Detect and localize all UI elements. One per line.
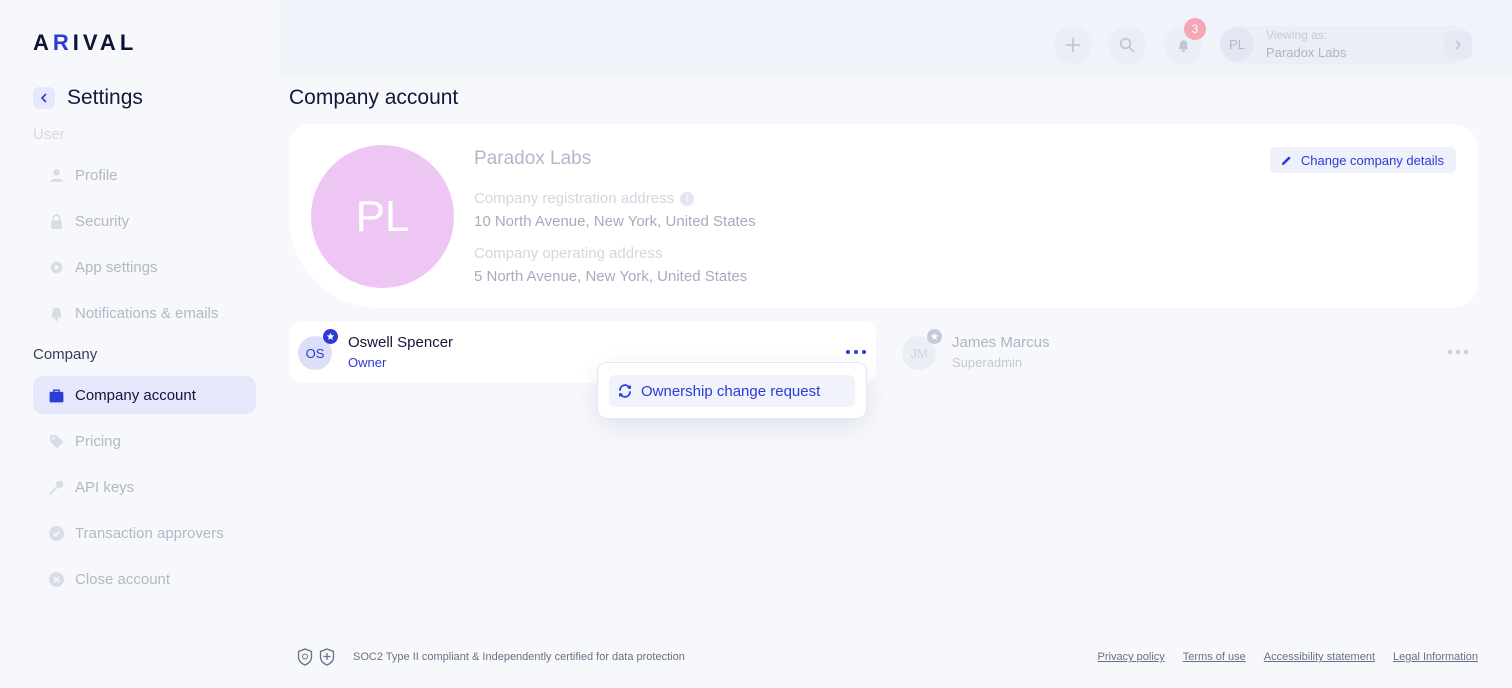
- member-options-dropdown: Ownership change request: [597, 362, 867, 419]
- page-title: Company account: [289, 86, 459, 109]
- member-name: Oswell Spencer: [348, 334, 454, 351]
- sidebar-item-label: App settings: [75, 258, 158, 276]
- operating-address-value: 5 North Avenue, New York, United States: [474, 268, 748, 285]
- gear-icon: [47, 258, 65, 276]
- bell-icon: [47, 304, 65, 322]
- avatar: OS: [298, 329, 338, 370]
- registration-address-label: Company registration address i: [474, 190, 695, 207]
- sidebar-item-label: Pricing: [75, 432, 121, 450]
- ownership-change-request-label: Ownership change request: [641, 382, 821, 400]
- sidebar-item-transaction-approvers[interactable]: Transaction approvers: [33, 514, 256, 552]
- company-name: Paradox Labs: [474, 148, 592, 169]
- star-icon: [323, 329, 338, 344]
- more-options-button[interactable]: [1448, 347, 1468, 357]
- sidebar-item-api-keys[interactable]: API keys: [33, 468, 256, 506]
- viewing-as-label: Viewing as:: [1266, 28, 1328, 42]
- sidebar-item-security[interactable]: Security: [33, 202, 256, 240]
- refresh-icon: [618, 384, 632, 398]
- chevron-right-icon: [1444, 31, 1472, 59]
- back-button[interactable]: [33, 87, 55, 109]
- sidebar-item-label: Profile: [75, 166, 118, 184]
- sidebar-item-label: Notifications & emails: [75, 304, 219, 322]
- group-label-company: Company: [33, 346, 98, 363]
- member-role: Owner: [348, 355, 387, 370]
- company-card: PL Paradox Labs Company registration add…: [289, 124, 1478, 308]
- sidebar-item-profile[interactable]: Profile: [33, 156, 256, 194]
- avatar-initials: OS: [305, 345, 325, 361]
- company-avatar: PL: [311, 145, 454, 288]
- accessibility-statement-link[interactable]: Accessibility statement: [1264, 651, 1375, 663]
- avatar: PL: [1220, 27, 1254, 61]
- check-badge-icon: [47, 524, 65, 542]
- notifications-button[interactable]: 3: [1164, 18, 1206, 64]
- member-name: James Marcus: [952, 334, 1050, 351]
- operating-address-label: Company operating address: [474, 245, 663, 262]
- sidebar-item-label: Company account: [75, 386, 196, 404]
- briefcase-icon: [47, 386, 65, 404]
- close-circle-icon: [47, 570, 65, 588]
- viewing-as-value: Paradox Labs: [1266, 45, 1347, 60]
- registration-address-value: 10 North Avenue, New York, United States: [474, 213, 756, 230]
- legal-information-link[interactable]: Legal Information: [1393, 651, 1478, 663]
- person-icon: [47, 166, 65, 184]
- avatar: JM: [902, 329, 942, 370]
- terms-of-use-link[interactable]: Terms of use: [1183, 651, 1246, 663]
- footer-compliance: SOC2 Type II compliant & Independently c…: [297, 648, 685, 666]
- sidebar-item-label: Transaction approvers: [75, 524, 224, 542]
- member-card-superadmin: JM James Marcus Superadmin: [893, 321, 1478, 383]
- tag-icon: [47, 432, 65, 450]
- ownership-change-request-item[interactable]: Ownership change request: [609, 375, 855, 407]
- change-company-details-label: Change company details: [1300, 152, 1444, 168]
- lock-icon: [47, 212, 65, 230]
- more-options-button[interactable]: [846, 347, 866, 357]
- settings-header: Settings: [33, 86, 143, 110]
- add-button[interactable]: [1054, 26, 1092, 64]
- sidebar-item-label: Close account: [75, 570, 171, 588]
- sidebar-item-close-account[interactable]: Close account: [33, 560, 256, 598]
- sidebar: ARIVAL Settings User Profile Security Ap…: [0, 0, 280, 688]
- shield-icon: [297, 648, 313, 666]
- shield-check-icon: [319, 648, 335, 666]
- sidebar-item-notifications[interactable]: Notifications & emails: [33, 294, 256, 332]
- footer-links: Privacy policy Terms of use Accessibilit…: [1098, 651, 1478, 663]
- viewing-as-switcher[interactable]: PL Viewing as: Paradox Labs: [1220, 26, 1472, 64]
- privacy-policy-link[interactable]: Privacy policy: [1098, 651, 1165, 663]
- notification-badge: 3: [1184, 18, 1206, 40]
- plus-icon: [1065, 37, 1081, 53]
- topbar: 3 PL Viewing as: Paradox Labs: [280, 0, 1512, 76]
- sidebar-item-label: Security: [75, 212, 130, 230]
- sidebar-item-app-settings[interactable]: App settings: [33, 248, 256, 286]
- compliance-note: SOC2 Type II compliant & Independently c…: [353, 651, 685, 663]
- bell-icon: [1178, 39, 1188, 52]
- star-icon: [927, 329, 942, 344]
- group-label-user: User: [33, 126, 65, 143]
- registration-address-label-text: Company registration address: [474, 190, 675, 207]
- settings-title: Settings: [67, 86, 143, 109]
- sidebar-item-label: API keys: [75, 478, 135, 496]
- member-role: Superadmin: [952, 355, 1023, 370]
- info-icon[interactable]: i: [680, 191, 695, 206]
- pencil-icon: [1281, 155, 1291, 165]
- key-icon: [47, 478, 65, 496]
- avatar-initials: JM: [910, 345, 928, 361]
- change-company-details-button[interactable]: Change company details: [1269, 147, 1456, 173]
- sidebar-item-company-account[interactable]: Company account: [33, 376, 256, 414]
- chevron-left-icon: [41, 93, 47, 103]
- sidebar-item-pricing[interactable]: Pricing: [33, 422, 256, 460]
- arival-logo[interactable]: ARIVAL: [33, 30, 137, 56]
- search-icon: [1119, 37, 1135, 53]
- search-button[interactable]: [1108, 26, 1146, 64]
